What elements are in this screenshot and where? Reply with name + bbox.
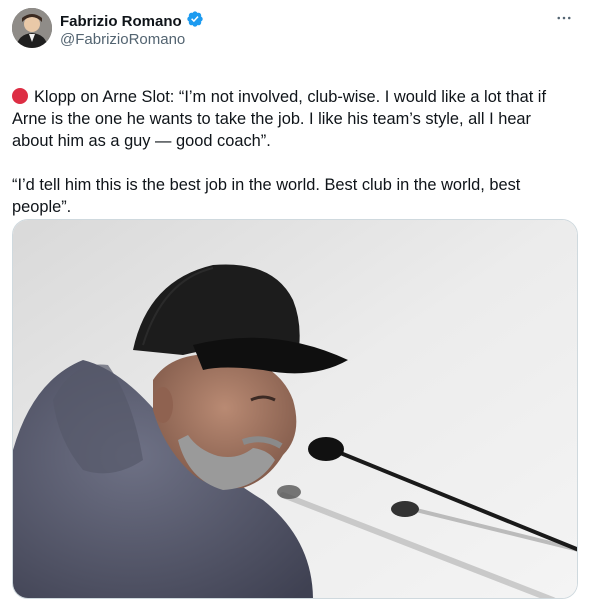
verified-badge-icon <box>186 10 204 32</box>
more-horizontal-icon[interactable] <box>552 8 576 28</box>
author-handle[interactable]: @FabrizioRomano <box>60 31 185 48</box>
media-photo <box>13 220 577 598</box>
avatar[interactable] <box>12 8 52 48</box>
red-circle-emoji-icon <box>12 88 28 104</box>
avatar-image <box>12 8 52 48</box>
tweet-text: Klopp on Arne Slot: “I’m not involved, c… <box>12 88 547 216</box>
tweet-media[interactable] <box>12 219 578 599</box>
author-name-row[interactable]: Fabrizio Romano <box>60 10 204 32</box>
tweet-body: Klopp on Arne Slot: “I’m not involved, c… <box>12 64 572 218</box>
author-name[interactable]: Fabrizio Romano <box>60 13 182 30</box>
